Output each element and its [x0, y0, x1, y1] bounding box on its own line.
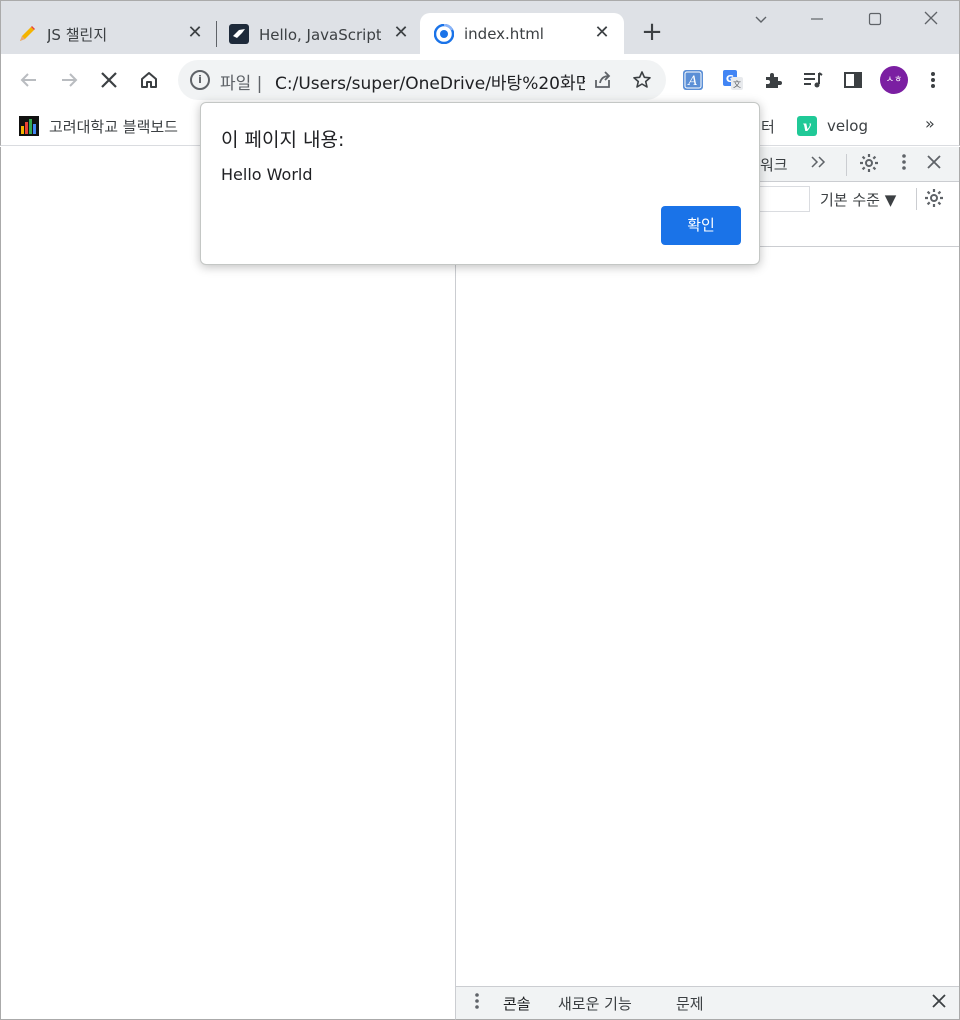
log-level-select[interactable]: 기본 수준 ▼: [820, 189, 896, 210]
ok-button[interactable]: 확인: [661, 206, 741, 245]
close-icon[interactable]: ✕: [391, 23, 411, 43]
media-control-icon[interactable]: [801, 68, 825, 92]
page-viewport: [0, 147, 456, 1020]
site-info-icon[interactable]: i: [190, 70, 210, 90]
devtools-drawer: 콘솔 새로운 기능 문제: [456, 986, 959, 1019]
address-bar[interactable]: i 파일 | C:/Users/super/OneDrive/바탕%20화면/i…: [178, 60, 666, 100]
forward-arrow-icon[interactable]: [55, 66, 83, 94]
tab-title: Hello, JavaScript: 자: [259, 25, 381, 44]
bookmark-label: 고려대학교 블랙보드: [49, 117, 178, 136]
console-settings-gear-icon[interactable]: [923, 188, 945, 210]
close-icon[interactable]: ✕: [592, 23, 612, 43]
svg-text:v: v: [803, 119, 812, 135]
dialog-title: 이 페이지 내용:: [221, 129, 345, 151]
side-panel-icon[interactable]: [841, 68, 865, 92]
pencil-icon: [17, 24, 37, 44]
new-tab-plus-icon[interactable]: +: [639, 19, 665, 45]
minimize-icon[interactable]: [805, 9, 829, 33]
maximize-icon[interactable]: [863, 9, 887, 33]
bookmark-velog[interactable]: v velog: [797, 114, 868, 138]
close-devtools-icon[interactable]: [923, 153, 945, 175]
tab-hello-javascript[interactable]: Hello, JavaScript: 자 ✕: [229, 13, 419, 55]
stop-loading-icon[interactable]: [95, 66, 123, 94]
tab-title: index.html: [464, 25, 544, 43]
bookmarks-overflow-button[interactable]: »: [925, 114, 935, 133]
translate-icon[interactable]: G文: [721, 68, 745, 92]
svg-text:文: 文: [733, 79, 741, 89]
tab-title: JS 챌린지: [47, 25, 108, 44]
devtools-panel: 워크 기본 수준 ▼ 콘솔 새로운 기능 문제: [456, 147, 960, 1020]
kebab-menu-icon[interactable]: [921, 68, 945, 92]
more-tabs-chevron-icon[interactable]: [808, 153, 830, 175]
devtools-tab-network[interactable]: 워크: [760, 154, 788, 175]
tab-separator: [216, 21, 217, 47]
close-icon[interactable]: ✕: [185, 23, 205, 43]
bookmark-korea-univ-blackboard[interactable]: 고려대학교 블랙보드: [19, 114, 178, 138]
divider: [916, 188, 917, 210]
chrome-icon: [434, 24, 454, 44]
bookmark-label: 터: [761, 117, 775, 136]
share-icon[interactable]: [592, 70, 614, 92]
tab-search-chevron-icon[interactable]: [749, 9, 773, 33]
close-drawer-icon[interactable]: [928, 992, 950, 1014]
dialog-message: Hello World: [221, 165, 313, 184]
bird-icon: [229, 24, 249, 44]
velog-icon: v: [797, 116, 817, 136]
star-icon[interactable]: [631, 70, 653, 92]
tab-js-challenge[interactable]: JS 챌린지 ✕: [17, 13, 213, 55]
alert-dialog: 이 페이지 내용: Hello World 확인: [200, 102, 760, 265]
tab-strip: JS 챌린지 ✕ Hello, JavaScript: 자 ✕ index.ht…: [0, 0, 960, 55]
toolbar: i 파일 | C:/Users/super/OneDrive/바탕%20화면/i…: [0, 54, 960, 106]
profile-avatar[interactable]: ㅅㅎ: [880, 66, 908, 94]
drawer-tab-issues[interactable]: 문제: [676, 993, 704, 1014]
bar-chart-icon: [19, 116, 39, 136]
kebab-menu-icon[interactable]: [893, 153, 915, 175]
bookmark-partial[interactable]: 터: [761, 114, 775, 138]
font-extension-icon[interactable]: A: [681, 68, 705, 92]
drawer-tab-console[interactable]: 콘솔: [503, 993, 531, 1014]
divider: [846, 154, 847, 176]
url-text[interactable]: C:/Users/super/OneDrive/바탕%20화면/index.ht…: [275, 69, 585, 94]
bookmark-label: velog: [827, 117, 868, 135]
home-icon[interactable]: [135, 66, 163, 94]
drawer-tab-whats-new[interactable]: 새로운 기능: [558, 993, 632, 1014]
svg-text:A: A: [687, 74, 697, 89]
tab-index-html[interactable]: index.html ✕: [420, 13, 624, 55]
gear-icon[interactable]: [858, 153, 880, 175]
drawer-kebab-menu-icon[interactable]: [466, 992, 488, 1014]
window-close-icon[interactable]: [919, 9, 943, 33]
back-arrow-icon[interactable]: [15, 66, 43, 94]
file-scheme-label: 파일 |: [220, 74, 263, 94]
extensions-puzzle-icon[interactable]: [761, 68, 785, 92]
